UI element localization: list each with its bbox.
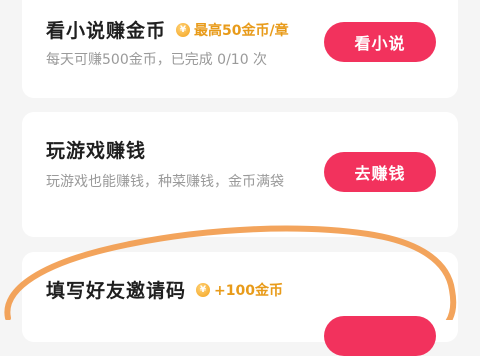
task-title: 看小说赚金币 xyxy=(46,20,167,42)
reward-badge: ¥ 最高50金币/章 xyxy=(176,20,289,40)
read-novel-button[interactable]: 看小说 xyxy=(324,22,436,62)
task-description: 每天可赚500金币，已完成 0/10 次 xyxy=(46,52,268,68)
task-title: 玩游戏赚钱 xyxy=(46,140,147,162)
task-card-play-games: 玩游戏赚钱 玩游戏也能赚钱，种菜赚钱，金币满袋 去赚钱 xyxy=(22,112,458,237)
reward-badge-text: 最高50金币/章 xyxy=(194,22,289,39)
task-title-row: 看小说赚金币 ¥ 最高50金币/章 xyxy=(46,16,289,43)
coin-icon: ¥ xyxy=(176,22,191,37)
reward-badge: ¥ +100金币 xyxy=(196,280,283,300)
reward-badge-text: +100金币 xyxy=(214,282,283,299)
fill-invite-code-button[interactable] xyxy=(324,316,436,356)
task-description: 玩游戏也能赚钱，种菜赚钱，金币满袋 xyxy=(46,174,284,190)
task-card-read-novel: 看小说赚金币 ¥ 最高50金币/章 每天可赚500金币，已完成 0/10 次 看… xyxy=(22,0,458,98)
task-title-row: 填写好友邀请码 ¥ +100金币 xyxy=(46,276,283,303)
earn-money-button[interactable]: 去赚钱 xyxy=(324,152,436,192)
coin-icon: ¥ xyxy=(196,282,211,297)
task-card-invite-code: 填写好友邀请码 ¥ +100金币 xyxy=(22,252,458,356)
task-title: 填写好友邀请码 xyxy=(46,280,187,302)
task-title-row: 玩游戏赚钱 xyxy=(46,136,146,163)
